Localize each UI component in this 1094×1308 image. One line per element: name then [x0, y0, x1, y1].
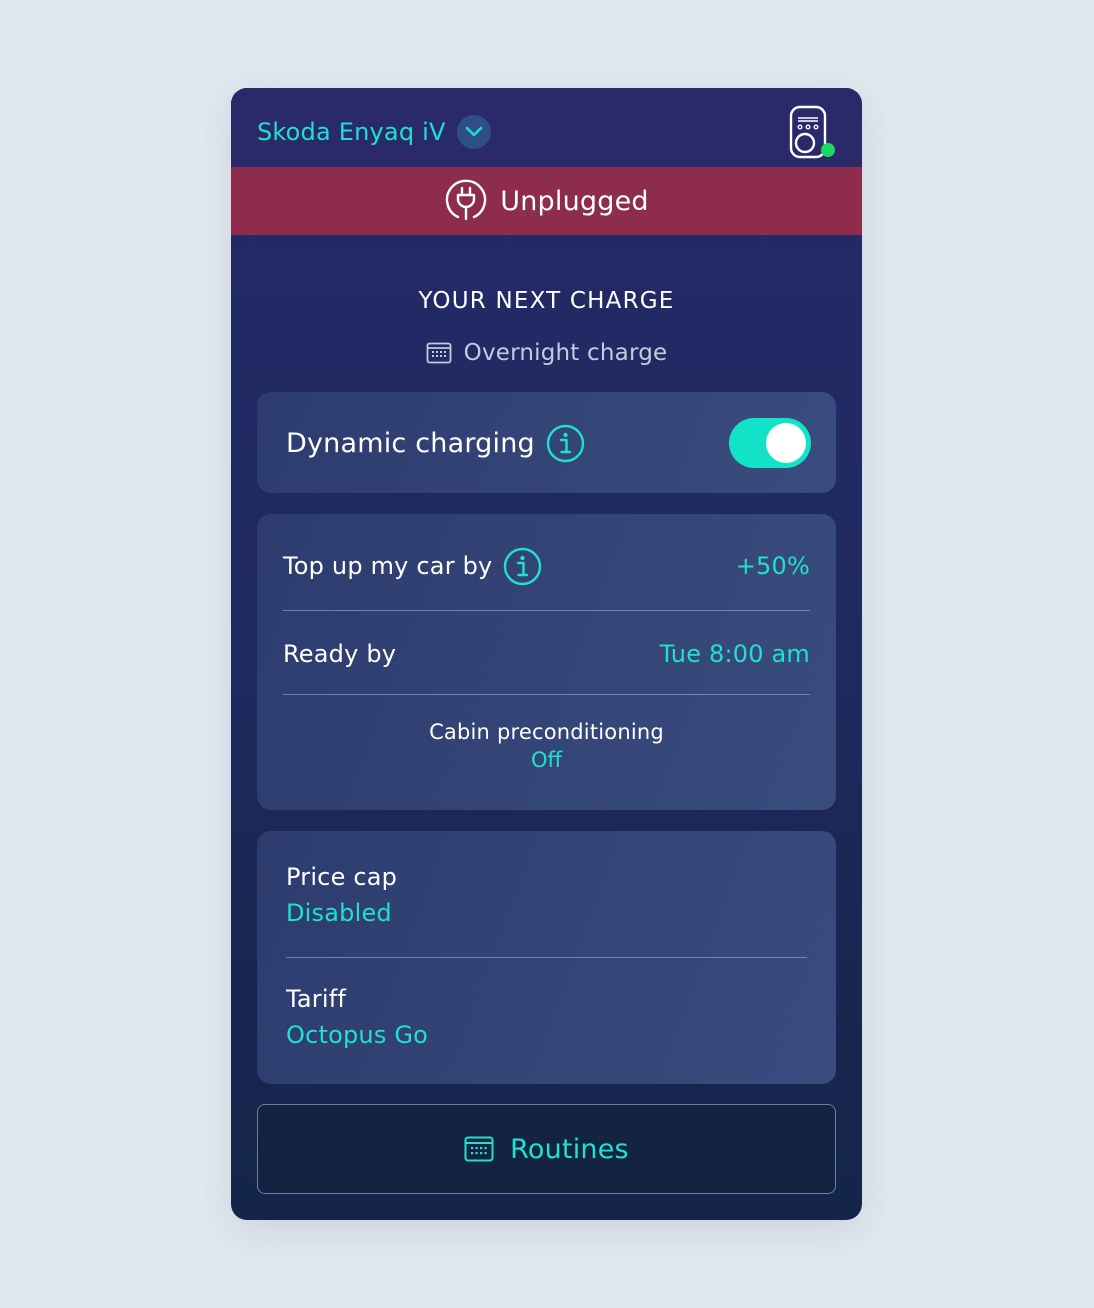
vehicle-name: Skoda Enyaq iV — [257, 118, 446, 146]
charging-status-banner: Unplugged — [231, 167, 862, 235]
top-up-label-group: Top up my car by — [283, 547, 542, 586]
schedule-row[interactable]: Overnight charge — [231, 340, 862, 366]
tariff-setting[interactable]: Tariff Octopus Go — [286, 985, 428, 1049]
next-charge-title: YOUR NEXT CHARGE — [418, 288, 675, 314]
tariff-label: Tariff — [286, 985, 347, 1013]
divider — [283, 694, 810, 695]
smart-charge-card: Skoda Enyaq iV Unplugged YOUR NEXT CHARG… — [231, 88, 862, 1220]
cabin-preconditioning[interactable]: Cabin preconditioning Off — [257, 720, 836, 772]
ready-by-row[interactable]: Ready by Tue 8:00 am — [283, 632, 810, 676]
status-text: Unplugged — [500, 185, 649, 217]
tariff-value: Octopus Go — [286, 1021, 429, 1049]
price-cap-value: Disabled — [286, 899, 392, 927]
cabin-preconditioning-value: Off — [531, 748, 562, 772]
vehicle-selector[interactable]: Skoda Enyaq iV — [257, 114, 491, 150]
pricing-panel: Price cap Disabled Tariff Octopus Go — [257, 831, 836, 1084]
top-up-value: +50% — [735, 552, 810, 580]
cabin-preconditioning-label: Cabin preconditioning — [429, 720, 664, 744]
routines-label: Routines — [510, 1133, 629, 1165]
dynamic-charging-label-group: Dynamic charging — [286, 424, 585, 463]
charge-settings-panel: Top up my car by +50% Ready by Tue 8:00 … — [257, 514, 836, 810]
dynamic-charging-label: Dynamic charging — [286, 428, 535, 459]
info-icon[interactable] — [546, 424, 585, 463]
price-cap-setting[interactable]: Price cap Disabled — [286, 863, 397, 927]
top-up-label: Top up my car by — [283, 552, 493, 580]
ev-charger-icon[interactable] — [787, 105, 837, 161]
ready-by-label: Ready by — [283, 640, 397, 668]
info-icon[interactable] — [503, 547, 542, 586]
divider — [283, 610, 810, 611]
plug-icon — [444, 179, 488, 223]
header: Skoda Enyaq iV — [231, 88, 862, 167]
calendar-icon — [464, 1135, 494, 1163]
routines-button[interactable]: Routines — [257, 1104, 836, 1194]
price-cap-label: Price cap — [286, 863, 398, 891]
divider — [286, 957, 807, 958]
dynamic-charging-toggle[interactable] — [729, 418, 811, 468]
top-up-row[interactable]: Top up my car by +50% — [283, 544, 810, 588]
ready-by-value: Tue 8:00 am — [659, 640, 810, 668]
toggle-knob — [766, 423, 806, 463]
dynamic-charging-panel: Dynamic charging — [257, 392, 836, 493]
calendar-icon — [426, 341, 452, 365]
schedule-name: Overnight charge — [463, 340, 668, 366]
chevron-down-icon[interactable] — [456, 115, 491, 149]
